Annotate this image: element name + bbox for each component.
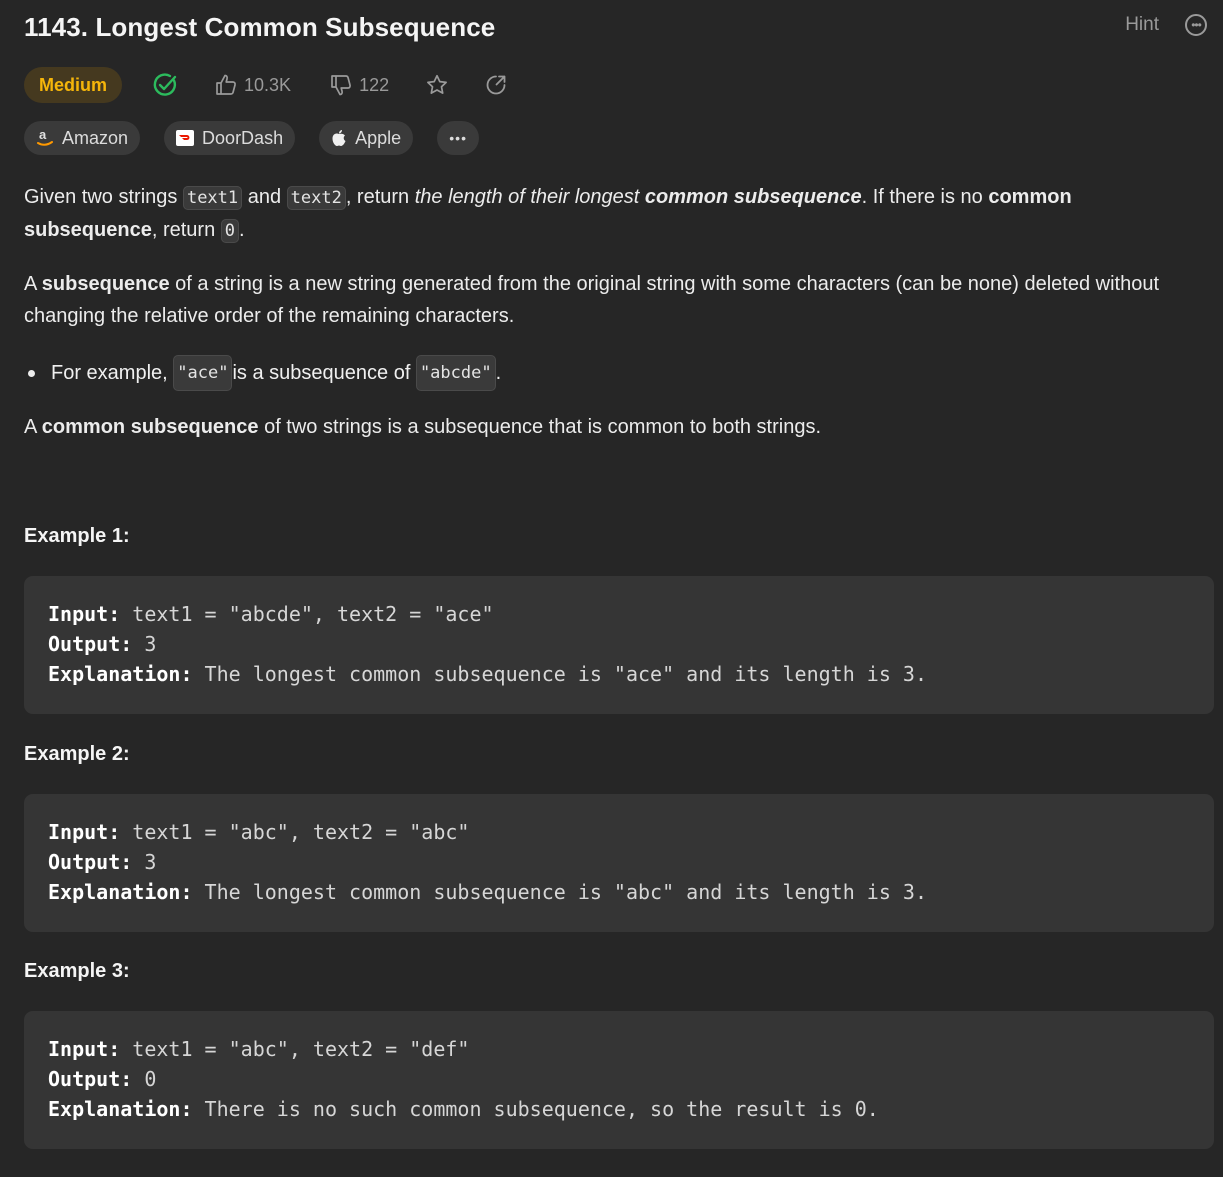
hint-button[interactable]: Hint: [1125, 14, 1159, 36]
more-options-icon[interactable]: •••: [1185, 14, 1207, 36]
example-1-title: Example 1:: [24, 525, 130, 547]
description-paragraph-1: Given two strings text1 and text2, retur…: [24, 186, 1072, 243]
inline-code: 0: [220, 219, 239, 243]
company-tag-label: Amazon: [62, 127, 129, 148]
company-tags: a Amazon DoorDash Apple •••: [24, 121, 480, 155]
inline-code: "ace": [173, 355, 233, 391]
stats-row: Medium 10.3K 122: [24, 67, 508, 103]
like-count: 10.3K: [244, 74, 292, 95]
problem-title: 1143. Longest Common Subsequence: [24, 12, 496, 42]
thumbs-down-icon: [331, 75, 352, 96]
inline-code: "abcde": [415, 355, 496, 391]
example-bullet: For example, "ace" is a subsequence of "…: [24, 355, 501, 391]
inline-code: text1: [182, 186, 243, 210]
description-paragraph-2: A subsequence of a string is a new strin…: [24, 273, 1160, 327]
example-3-box: Input: text1 = "abc", text2 = "def" Outp…: [24, 1011, 1214, 1149]
inline-code: text2: [286, 186, 346, 210]
svg-text:a: a: [39, 128, 47, 142]
difficulty-badge: Medium: [24, 67, 123, 103]
dislike-button[interactable]: 122: [329, 73, 389, 97]
company-tag-apple[interactable]: Apple: [319, 121, 414, 155]
company-tag-amazon[interactable]: a Amazon: [24, 121, 141, 155]
apple-icon: [332, 130, 346, 146]
company-tag-doordash[interactable]: DoorDash: [164, 121, 296, 155]
doordash-icon: [176, 130, 195, 146]
example-2-box: Input: text1 = "abc", text2 = "abc" Outp…: [24, 794, 1214, 932]
description-paragraph-3: A common subsequence of two strings is a…: [24, 416, 822, 438]
more-companies-button[interactable]: •••: [437, 121, 480, 155]
dislike-count: 122: [359, 74, 390, 95]
top-right-actions: Hint •••: [1125, 14, 1207, 36]
like-button[interactable]: 10.3K: [214, 73, 291, 97]
example-1-box: Input: text1 = "abcde", text2 = "ace" Ou…: [24, 576, 1214, 714]
company-tag-label: Apple: [355, 127, 402, 148]
share-icon[interactable]: [484, 73, 508, 97]
amazon-icon: a: [37, 128, 53, 146]
example-3-title: Example 3:: [24, 960, 130, 982]
thumbs-up-icon: [216, 74, 236, 95]
company-tag-label: DoorDash: [202, 127, 284, 148]
favorite-star-icon[interactable]: [425, 73, 449, 97]
solved-check-icon: [152, 72, 178, 98]
example-2-title: Example 2:: [24, 743, 130, 765]
bullet-dot: [28, 369, 35, 377]
